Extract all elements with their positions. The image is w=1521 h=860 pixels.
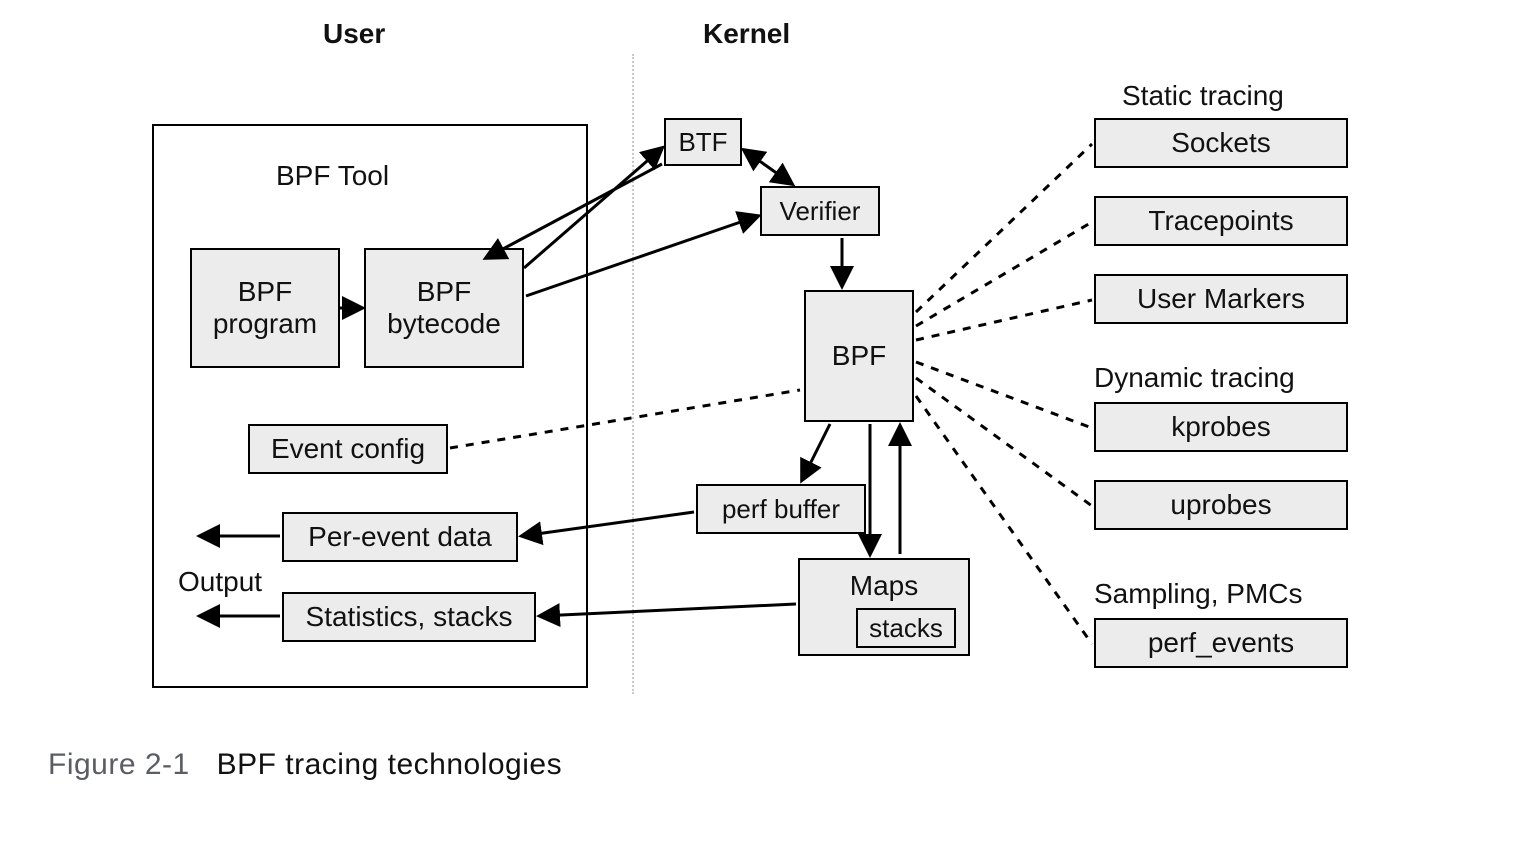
dash-bpf-sockets [916, 144, 1092, 312]
dash-bpf-kprobes [916, 362, 1092, 428]
arrow-btf-verifier [744, 150, 792, 184]
dash-bpf-uprobes [916, 378, 1092, 506]
arrow-bpf-to-perfbuffer [802, 424, 830, 480]
diagram-stage: User Kernel BPF Tool BPF program BPF byt… [0, 0, 1521, 860]
arrow-maps-to-stats [540, 604, 796, 616]
arrows-layer [0, 0, 1521, 860]
arrow-bytecode-to-verifier [526, 216, 758, 296]
dash-bpf-perfevents [916, 396, 1092, 644]
dash-eventconfig-bpf [450, 390, 800, 448]
arrow-perfbuffer-to-pereventdata [522, 512, 694, 536]
dash-bpf-tracepoints [916, 222, 1092, 326]
dash-bpf-usermarkers [916, 300, 1092, 340]
arrow-bytecode-to-btf [524, 148, 662, 268]
arrow-btf-to-bytecode [486, 164, 662, 258]
